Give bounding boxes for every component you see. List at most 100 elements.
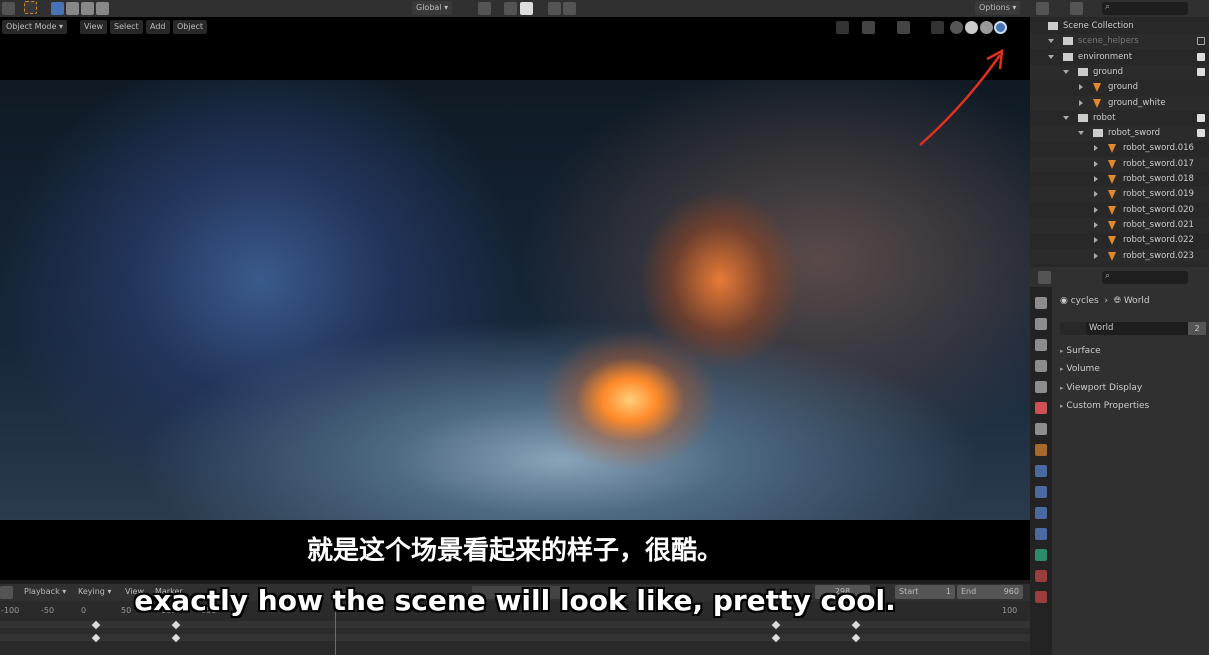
outliner-item[interactable]: robot_sword.017 <box>1030 156 1209 172</box>
annotation-arrow <box>919 48 1004 146</box>
expand-arrow-icon[interactable] <box>1063 69 1069 74</box>
mesh-icon <box>1108 220 1116 230</box>
outliner-item[interactable]: robot_sword.023 <box>1030 248 1209 264</box>
expand-arrow-icon[interactable] <box>1078 131 1084 136</box>
visibility-icon[interactable] <box>836 21 849 34</box>
world-browse-icon[interactable] <box>1060 322 1086 335</box>
expand-arrow-icon[interactable] <box>1094 206 1098 213</box>
exclude-checkbox[interactable] <box>1197 129 1205 138</box>
properties-tabs <box>1030 287 1052 655</box>
properties-tab-icon[interactable] <box>1035 486 1047 498</box>
properties-tab-icon[interactable] <box>1035 423 1047 435</box>
subtitle-english: exactly how the scene will look like, pr… <box>134 584 896 617</box>
properties-tab-icon[interactable] <box>1035 402 1047 414</box>
properties-tab-icon[interactable] <box>1035 507 1047 519</box>
panel-viewport-display[interactable]: ▸ Viewport Display <box>1060 383 1142 393</box>
search-icon: ⌕ <box>1105 271 1111 281</box>
panel-volume[interactable]: ▸ Volume <box>1060 364 1100 374</box>
mesh-icon <box>1108 236 1116 246</box>
rendered-shading-icon[interactable] <box>994 21 1007 34</box>
xray-icon[interactable] <box>931 21 944 34</box>
properties-search-input[interactable]: ⌕ <box>1102 271 1188 284</box>
exclude-checkbox[interactable] <box>1197 37 1205 46</box>
select-subtract-icon[interactable] <box>81 2 94 15</box>
properties-header: ⌕ <box>1030 267 1209 287</box>
properties-tab-icon[interactable] <box>1035 360 1047 372</box>
exclude-checkbox[interactable] <box>1197 52 1205 61</box>
expand-arrow-icon[interactable] <box>1048 54 1054 59</box>
properties-tab-icon[interactable] <box>1035 339 1047 351</box>
exclude-checkbox[interactable] <box>1197 67 1205 76</box>
overlays-icon[interactable] <box>897 21 910 34</box>
pivot-point-icon[interactable] <box>478 2 491 15</box>
outliner-item[interactable]: ground_white <box>1030 95 1209 111</box>
wireframe-shading-icon[interactable] <box>950 21 963 34</box>
expand-arrow-icon[interactable] <box>1094 221 1098 228</box>
expand-arrow-icon[interactable] <box>1094 252 1098 259</box>
expand-arrow-icon[interactable] <box>1094 176 1098 182</box>
solid-shading-icon[interactable] <box>965 21 978 34</box>
display-mode-icon[interactable] <box>1036 2 1049 15</box>
properties-tab-icon[interactable] <box>1035 465 1047 477</box>
falloff-icon[interactable] <box>563 2 576 15</box>
menu-object[interactable]: Object <box>173 20 208 34</box>
expand-arrow-icon[interactable] <box>1094 237 1098 244</box>
outliner-item[interactable]: Scene Collection <box>1030 19 1209 34</box>
filter-icon[interactable] <box>1070 2 1083 15</box>
outliner-item[interactable]: robot_sword.020 <box>1030 203 1209 218</box>
properties-tab-icon[interactable] <box>1035 591 1047 603</box>
object-mode-dropdown[interactable]: Object Mode ▾ <box>2 20 67 34</box>
menu-view[interactable]: View <box>80 20 107 34</box>
outliner-item[interactable]: robot_sword.018 <box>1030 172 1209 187</box>
menu-select[interactable]: Select <box>110 20 143 34</box>
proportional-edit-icon[interactable] <box>548 2 561 15</box>
outliner-item[interactable]: ground <box>1030 64 1209 80</box>
properties-tab-icon[interactable] <box>1035 570 1047 582</box>
expand-arrow-icon[interactable] <box>1094 191 1098 198</box>
outliner-item[interactable]: robot_sword <box>1030 126 1209 142</box>
transform-orientation-dropdown[interactable]: Global ▾ <box>412 1 453 15</box>
properties-tab-icon[interactable] <box>1035 444 1047 456</box>
properties-tab-icon[interactable] <box>1035 381 1047 393</box>
outliner-search-input[interactable]: ⌕ <box>1102 2 1188 15</box>
menu-add[interactable]: Add <box>146 20 170 34</box>
snap-target-icon[interactable] <box>520 2 533 15</box>
users-count[interactable]: 2 <box>1188 322 1206 335</box>
outliner-item[interactable]: scene_helpers <box>1030 34 1209 50</box>
breadcrumb-scene: cycles <box>1070 296 1099 306</box>
snap-icon[interactable] <box>504 2 517 15</box>
properties-tab-icon[interactable] <box>1035 528 1047 540</box>
expand-arrow-icon[interactable] <box>1079 84 1083 91</box>
exclude-checkbox[interactable] <box>1197 113 1205 122</box>
world-name-field[interactable]: World <box>1086 322 1188 335</box>
outliner-item[interactable]: robot_sword.021 <box>1030 217 1209 233</box>
panel-label: Viewport Display <box>1066 382 1143 393</box>
expand-arrow-icon[interactable] <box>1094 145 1098 152</box>
rendered-scene-image[interactable] <box>0 80 1030 520</box>
select-tool-icon[interactable] <box>24 1 37 14</box>
options-dropdown[interactable]: Options ▾ <box>975 1 1021 15</box>
gizmo-icon[interactable] <box>862 21 875 34</box>
outliner-item[interactable]: ground <box>1030 80 1209 95</box>
outliner-item[interactable]: robot <box>1030 111 1209 126</box>
properties-tab-icon[interactable] <box>1035 297 1047 309</box>
panel-surface[interactable]: ▸ Surface <box>1060 346 1101 356</box>
outliner-item[interactable]: robot_sword.022 <box>1030 233 1209 248</box>
properties-tab-icon[interactable] <box>1035 318 1047 330</box>
select-extend-icon[interactable] <box>66 2 79 15</box>
expand-arrow-icon[interactable] <box>1063 115 1069 120</box>
expand-arrow-icon[interactable] <box>1048 39 1054 44</box>
panel-custom-properties[interactable]: ▸ Custom Properties <box>1060 401 1149 411</box>
properties-editor: ⌕ ◉ cycles › 🌐︎ World World 2 ▸ Surface ▸… <box>1030 267 1209 655</box>
material-shading-icon[interactable] <box>980 21 993 34</box>
properties-tab-icon[interactable] <box>1035 549 1047 561</box>
outliner-item[interactable]: environment <box>1030 50 1209 65</box>
outliner-item[interactable]: robot_sword.019 <box>1030 187 1209 203</box>
select-box-mode-icon[interactable] <box>51 2 64 15</box>
select-invert-icon[interactable] <box>96 2 109 15</box>
expand-arrow-icon[interactable] <box>1079 99 1083 106</box>
expand-arrow-icon[interactable] <box>1094 160 1098 167</box>
editor-type-icon[interactable] <box>1038 271 1051 284</box>
outliner-item[interactable]: robot_sword.016 <box>1030 141 1209 156</box>
transform-pivot-icon[interactable] <box>2 2 15 15</box>
